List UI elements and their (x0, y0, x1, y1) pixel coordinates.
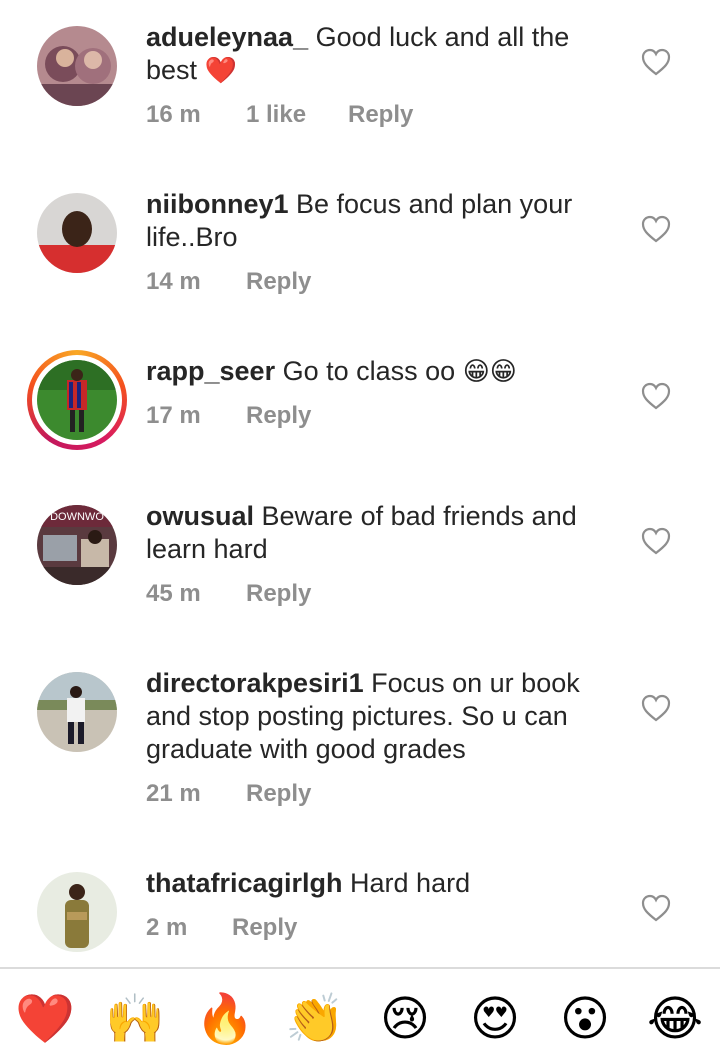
avatar[interactable] (37, 872, 117, 952)
comment-text: rapp_seer Go to class oo 😁😁 (146, 355, 616, 388)
grin-emoji-icon: 😁😁 (462, 356, 517, 386)
avatar[interactable] (37, 193, 117, 273)
like-heart-icon[interactable] (641, 894, 671, 922)
like-heart-icon[interactable] (641, 382, 671, 410)
like-heart-icon[interactable] (641, 694, 671, 722)
comment-likes[interactable]: 1 like (246, 101, 348, 129)
comment-time: 21 m (146, 780, 201, 807)
like-heart-icon[interactable] (641, 48, 671, 76)
comment-text: niibonney1 Be focus and plan your life..… (146, 188, 616, 254)
reply-button[interactable]: Reply (246, 580, 311, 608)
avatar-story-ring[interactable] (27, 350, 127, 450)
heart-emoji-icon: ❤️ (204, 55, 237, 85)
comment-time: 16 m (146, 101, 201, 128)
comment-meta: 2 m Reply (146, 914, 297, 942)
avatar[interactable]: DOWNWO (37, 505, 117, 585)
comment-text: owusual Beware of bad friends and learn … (146, 500, 616, 566)
avatar[interactable] (37, 672, 117, 752)
emoji-reaction-bar: ❤️ 🙌 🔥 👏 😢 😍 😮 😂 (0, 969, 720, 1059)
reply-button[interactable]: Reply (246, 780, 311, 808)
reply-button[interactable]: Reply (232, 914, 297, 942)
comment-meta: 17 m Reply (146, 402, 311, 430)
comment-meta: 16 m 1 like Reply (146, 101, 413, 129)
comment-time: 45 m (146, 580, 201, 607)
heart-reaction-icon[interactable]: ❤️ (13, 989, 77, 1049)
comment-username[interactable]: niibonney1 (146, 189, 289, 219)
like-heart-icon[interactable] (641, 527, 671, 555)
reply-button[interactable]: Reply (246, 268, 311, 296)
comment-body: Go to class oo (275, 356, 463, 386)
comment-meta: 45 m Reply (146, 580, 311, 608)
comment-username[interactable]: owusual (146, 501, 254, 531)
comment-username[interactable]: adueleynaa_ (146, 22, 308, 52)
comment-text: directorakpesiri1 Focus on ur book and s… (146, 667, 616, 766)
comment-meta: 14 m Reply (146, 268, 311, 296)
clap-reaction-icon[interactable]: 👏 (283, 989, 347, 1049)
comment-time: 14 m (146, 268, 201, 295)
avatar[interactable] (37, 26, 117, 106)
comment-meta: 21 m Reply (146, 780, 311, 808)
comment-username[interactable]: rapp_seer (146, 356, 275, 386)
comment-time: 2 m (146, 914, 188, 941)
comment-text: adueleynaa_ Good luck and all the best ❤… (146, 21, 616, 87)
reply-button[interactable]: Reply (246, 402, 311, 430)
avatar-logo-text: DOWNWO (50, 511, 104, 523)
comment-text: thatafricagirlgh Hard hard (146, 867, 616, 900)
raised-hands-reaction-icon[interactable]: 🙌 (103, 989, 167, 1049)
reply-button[interactable]: Reply (348, 101, 413, 129)
fire-reaction-icon[interactable]: 🔥 (193, 989, 257, 1049)
heart-eyes-reaction-icon[interactable]: 😍 (463, 989, 527, 1049)
laughing-reaction-icon[interactable]: 😂 (643, 989, 707, 1049)
comment-username[interactable]: thatafricagirlgh (146, 868, 343, 898)
comment-time: 17 m (146, 402, 201, 429)
crying-reaction-icon[interactable]: 😢 (373, 989, 437, 1049)
comment-username[interactable]: directorakpesiri1 (146, 668, 364, 698)
comment-body: Hard hard (342, 868, 471, 898)
surprised-reaction-icon[interactable]: 😮 (553, 989, 617, 1049)
like-heart-icon[interactable] (641, 215, 671, 243)
